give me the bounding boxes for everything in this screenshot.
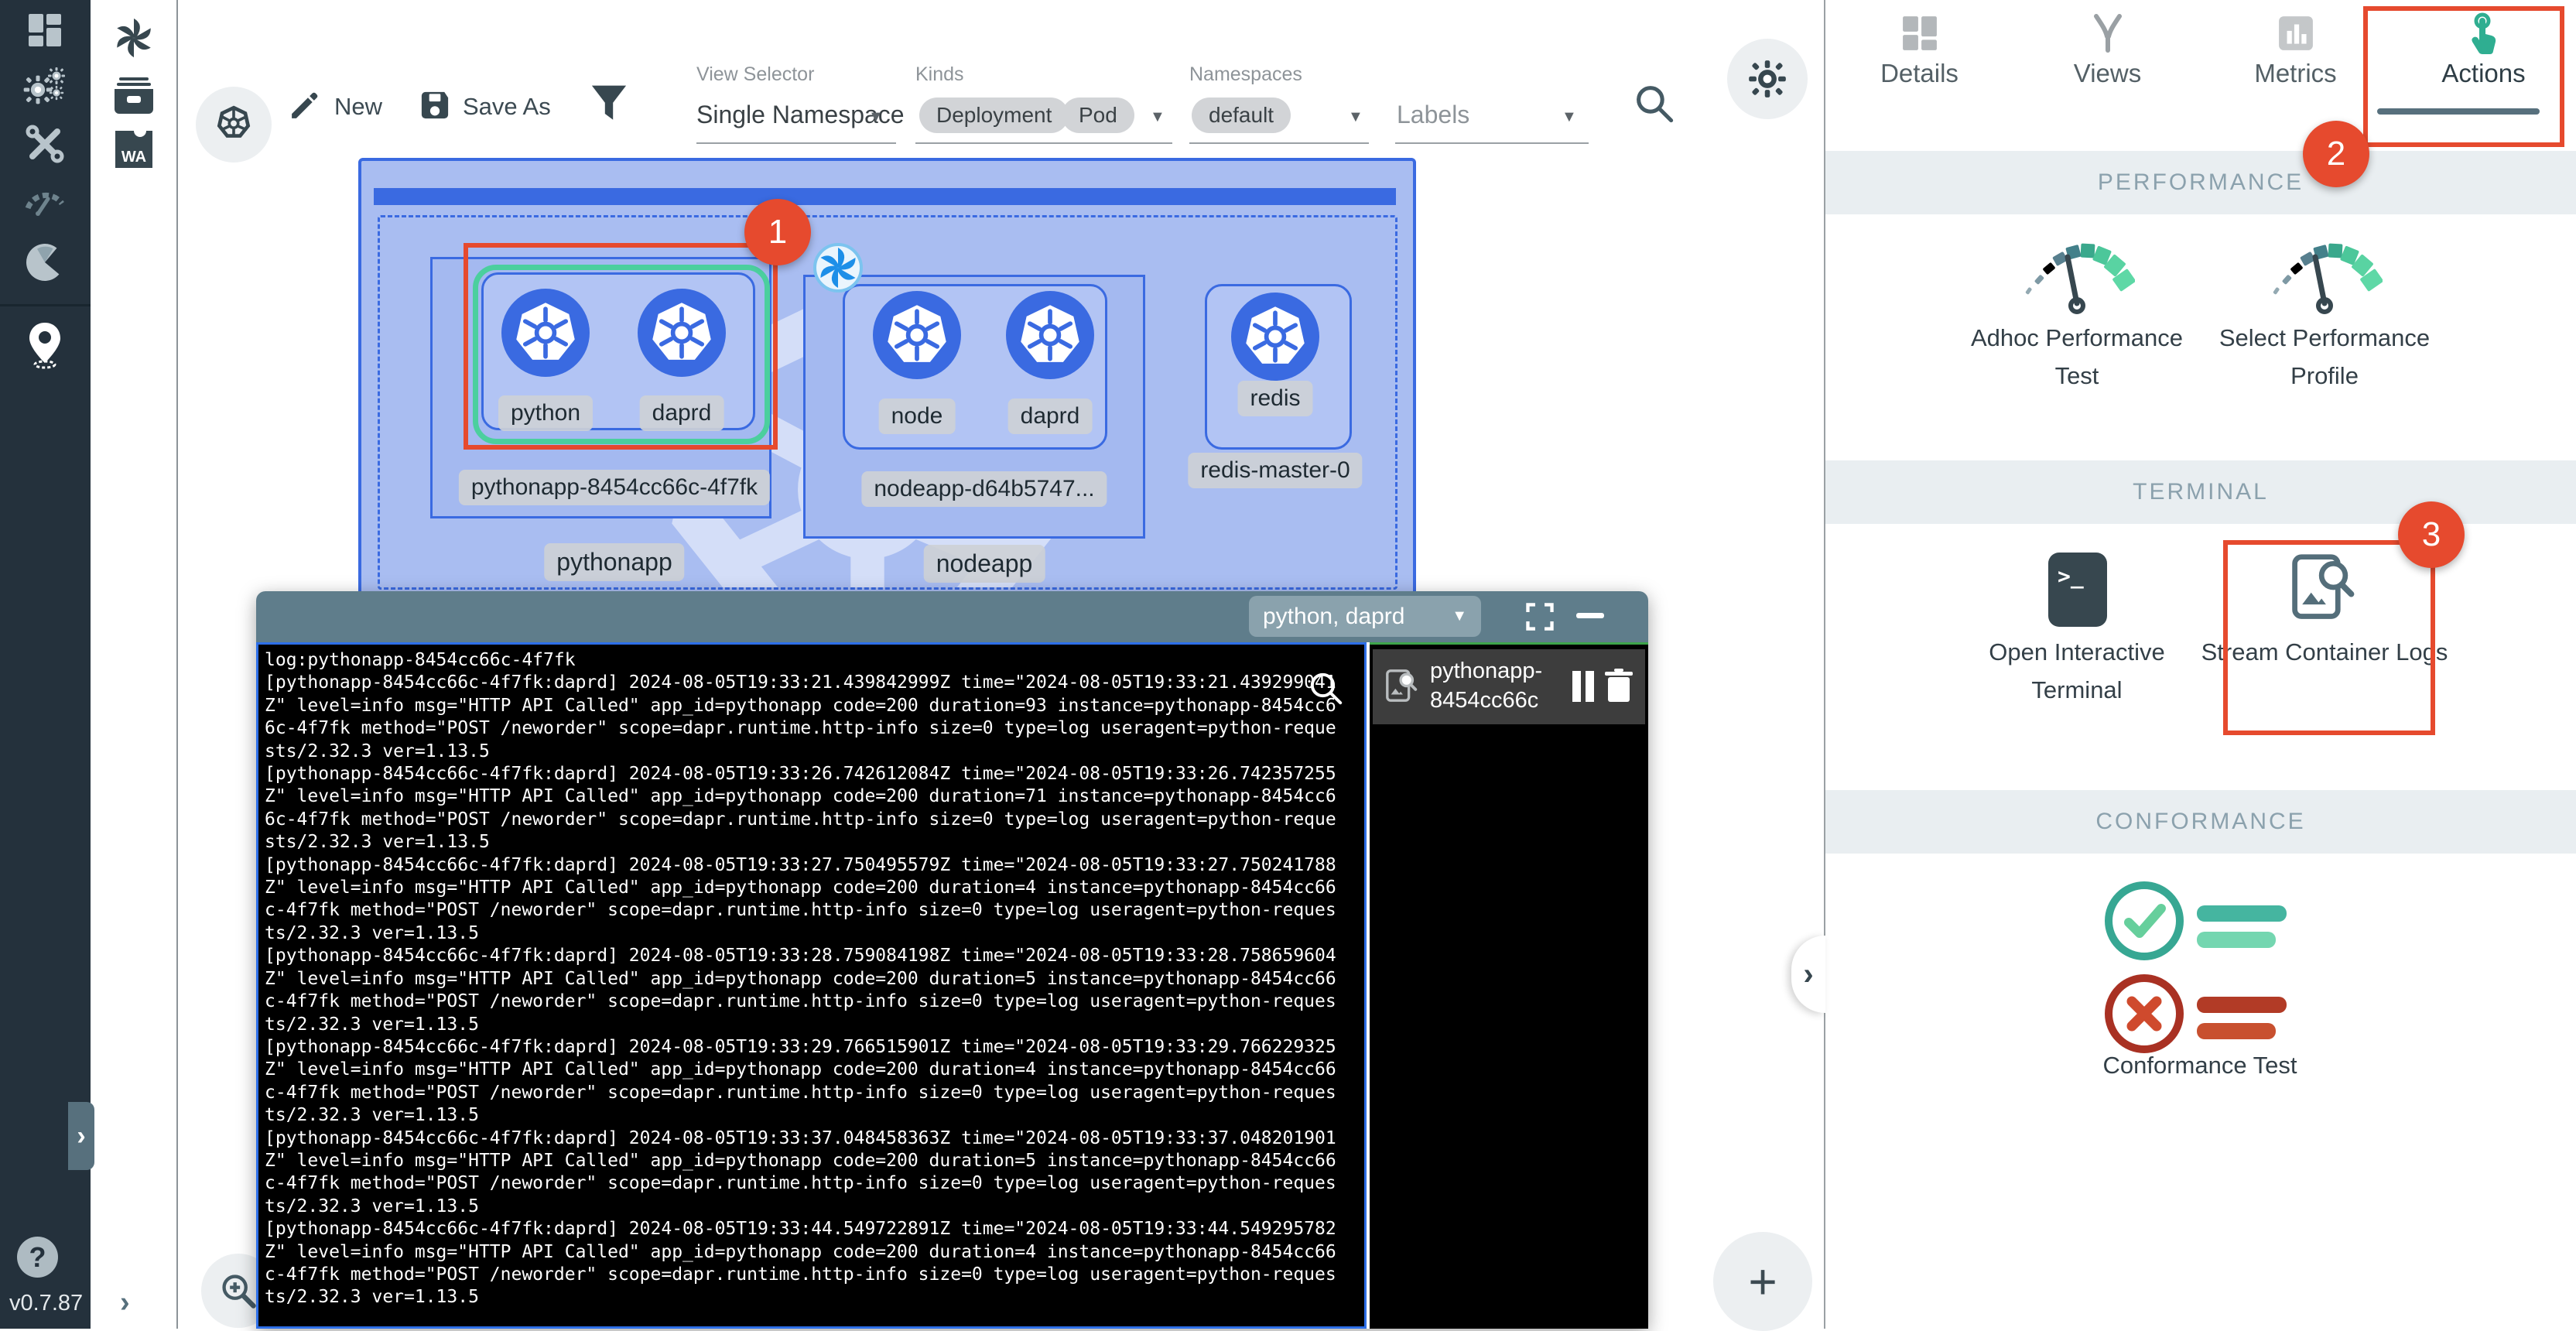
fullscreen-icon[interactable]	[1525, 602, 1555, 631]
filter-funnel-icon[interactable]	[590, 84, 628, 124]
namespaces-underline	[1189, 142, 1369, 144]
namespaces-caret-icon[interactable]: ▼	[1348, 108, 1363, 126]
session-logs-icon	[1384, 668, 1421, 705]
dapr-sidecar-icon	[813, 243, 863, 293]
dashboard-nav-icon[interactable]	[21, 6, 69, 54]
pod-name-label: pythonapp-8454cc66c-4f7fk	[459, 470, 770, 505]
annotation-badge-2: 2	[2303, 121, 2369, 187]
details-grid-icon	[1899, 12, 1941, 54]
log-terminal-window: python, daprd ▼ log:pythonapp-8454cc66c-…	[256, 591, 1648, 1329]
performance-gauge-nav-icon[interactable]	[21, 175, 69, 223]
annotation-rect-3	[2223, 540, 2435, 735]
details-side-panel: Details Views Metrics Actions PERFORMANC…	[1824, 0, 2576, 1329]
view-selector-label: View Selector	[696, 63, 814, 86]
annotation-badge-1: 1	[744, 199, 811, 265]
log-search-icon[interactable]	[1307, 669, 1346, 708]
metrics-chart-icon	[2275, 12, 2317, 54]
cluster-header-bar	[374, 188, 1396, 205]
pause-stream-icon[interactable]	[1586, 671, 1594, 702]
adhoc-performance-gauge-icon[interactable]	[2019, 232, 2135, 319]
deployment-name-label: nodeapp	[924, 545, 1045, 583]
container-selector-dropdown[interactable]: python, daprd ▼	[1249, 596, 1481, 637]
container-redis-icon[interactable]	[1231, 293, 1319, 381]
container-label: node	[879, 399, 956, 434]
view-selector-underline	[696, 142, 896, 144]
select-performance-profile-item[interactable]: Select Performance Profile	[2201, 319, 2448, 395]
kinds-caret-icon[interactable]: ▼	[1150, 108, 1165, 126]
adhoc-performance-test-item[interactable]: Adhoc Performance Test	[1953, 319, 2201, 395]
pause-stream-icon[interactable]	[1572, 671, 1581, 702]
interactive-terminal-icon[interactable]: >_	[2047, 551, 2109, 628]
terminal-section-header: TERMINAL	[1825, 460, 2576, 524]
dapr-app-icon[interactable]	[110, 14, 158, 62]
delete-session-icon[interactable]	[1602, 668, 1636, 705]
views-icon	[2087, 12, 2129, 54]
kinds-chip-pod[interactable]: Pod	[1062, 98, 1134, 133]
kinds-underline	[915, 142, 1172, 144]
tab-views[interactable]: Views	[2013, 0, 2201, 138]
lifecycle-gears-nav-icon[interactable]	[21, 63, 69, 111]
settings-gear-button[interactable]	[1727, 39, 1808, 119]
meshery-kanvas-screen: { "version": "v0.7.87", "toolbar": { "ne…	[0, 0, 2576, 1329]
tab-metrics[interactable]: Metrics	[2201, 0, 2390, 138]
annotation-badge-3: 3	[2398, 501, 2465, 568]
log-session-list: pythonapp- 8454cc66c	[1370, 642, 1648, 1329]
conformance-test-icon[interactable]	[2099, 874, 2308, 1056]
app-dock-strip: WA ›	[91, 0, 178, 1329]
panel-collapse-handle[interactable]: ›	[1791, 936, 1825, 1013]
pod-name-label: redis-master-0	[1188, 453, 1362, 488]
namespaces-chip-default[interactable]: default	[1192, 98, 1291, 133]
inbox-archive-app-icon[interactable]	[110, 71, 158, 119]
terminal-header[interactable]: python, daprd ▼	[256, 591, 1648, 642]
sidebar-divider	[0, 304, 91, 306]
search-icon[interactable]	[1633, 82, 1676, 125]
new-button[interactable]: New	[334, 93, 382, 121]
svg-text:>_: >_	[2058, 563, 2084, 589]
help-button[interactable]: ?	[17, 1237, 58, 1278]
selector-caret-icon: ▼	[1452, 607, 1467, 625]
session-name-line1: pythonapp-	[1430, 659, 1542, 684]
kinds-chip-deployment[interactable]: Deployment	[919, 98, 1069, 133]
wasm-app-icon[interactable]: WA	[110, 125, 158, 173]
deployment-name-label: pythonapp	[544, 543, 684, 581]
conformance-section-header: CONFORMANCE	[1825, 790, 2576, 854]
log-output-pane[interactable]: log:pythonapp-8454cc66c-4f7fk [pythonapp…	[256, 642, 1367, 1329]
labels-input[interactable]: Labels	[1397, 101, 1469, 129]
kubernetes-scope-button[interactable]	[196, 87, 272, 163]
select-performance-profile-gauge-icon[interactable]	[2266, 232, 2383, 319]
dock-expand-chevron[interactable]: ›	[120, 1286, 130, 1319]
save-as-icon[interactable]	[418, 88, 452, 122]
annotation-rect-2	[2363, 6, 2564, 147]
app-version: v0.7.87	[9, 1291, 83, 1316]
minimize-icon[interactable]	[1576, 613, 1604, 618]
log-text: log:pythonapp-8454cc66c-4f7fk [pythonapp…	[258, 645, 1364, 1314]
tab-details[interactable]: Details	[1825, 0, 2013, 138]
kanvas-pin-nav-icon[interactable]	[21, 321, 69, 369]
new-icon[interactable]	[288, 87, 323, 122]
container-label: redis	[1237, 381, 1312, 416]
view-selector-caret-icon[interactable]: ▼	[868, 108, 884, 126]
container-node-icon[interactable]	[873, 291, 961, 379]
performance-section-header: PERFORMANCE	[1825, 151, 2576, 214]
add-node-fab[interactable]: +	[1713, 1232, 1812, 1331]
session-name-line2: 8454cc66c	[1430, 688, 1538, 713]
sidebar-expand-handle[interactable]: ›	[68, 1102, 94, 1170]
svg-text:WA: WA	[121, 149, 146, 166]
configuration-tools-nav-icon[interactable]	[21, 120, 69, 168]
labels-caret-icon[interactable]: ▼	[1562, 108, 1577, 126]
save-as-button[interactable]: Save As	[463, 93, 551, 121]
log-session-tab[interactable]: pythonapp- 8454cc66c	[1373, 649, 1645, 724]
container-selector-value: python, daprd	[1263, 604, 1404, 630]
mesh-pie-nav-icon[interactable]	[21, 238, 69, 286]
namespaces-label: Namespaces	[1189, 63, 1302, 86]
container-daprd-icon[interactable]	[1006, 291, 1094, 379]
pod-name-label: nodeapp-d64b5747...	[861, 471, 1107, 507]
open-interactive-terminal-item[interactable]: Open Interactive Terminal	[1953, 633, 2201, 709]
container-label: daprd	[1008, 399, 1093, 434]
kinds-label: Kinds	[915, 63, 964, 86]
left-nav-sidebar: › ? v0.7.87	[0, 0, 91, 1329]
labels-underline	[1395, 142, 1589, 144]
annotation-rect-1	[464, 243, 778, 450]
conformance-test-item[interactable]: Conformance Test	[2061, 1046, 2339, 1084]
